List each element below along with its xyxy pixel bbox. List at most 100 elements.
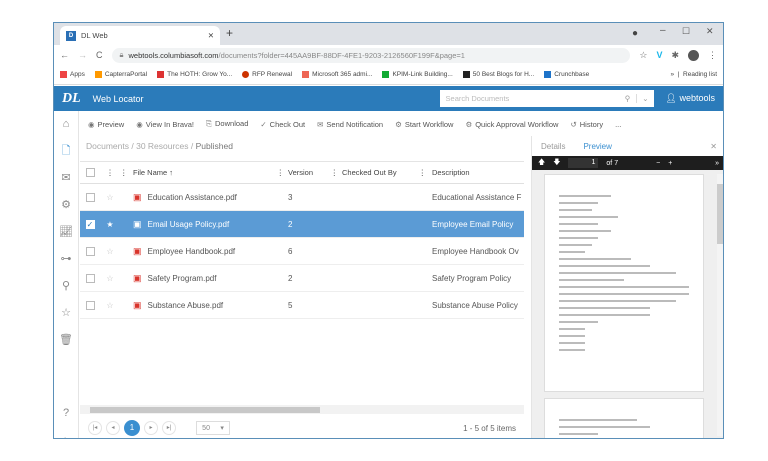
documents-icon[interactable]: 🗋︎ xyxy=(54,138,78,165)
next-page-button[interactable]: ▸ xyxy=(144,421,158,435)
close-window-button[interactable]: ✕ xyxy=(706,26,714,37)
row-checkbox[interactable] xyxy=(80,273,100,283)
forward-icon[interactable]: → xyxy=(78,50,87,60)
table-row[interactable]: ☆ ▣ Substance Abuse.pdf 5 Substance Abuse… xyxy=(80,292,524,319)
extensions-icon[interactable]: ✱ xyxy=(671,50,679,61)
zoom-out-button[interactable]: − xyxy=(656,160,660,167)
favorites-icon[interactable]: ☆ xyxy=(54,300,78,327)
page-number-input[interactable]: 1 xyxy=(568,158,599,168)
search-icon[interactable]: ⚲ xyxy=(54,273,78,300)
app-header: DL Web Locator Search Documents ⚲ ⌄ 👤︎ web… xyxy=(54,86,723,111)
reading-list[interactable]: » | Reading list xyxy=(671,71,718,78)
check-out-button[interactable]: ✓ Check Out xyxy=(260,120,305,129)
chevron-down-icon[interactable]: ⌄ xyxy=(636,94,653,103)
start-workflow-button[interactable]: ⚙︎ Start Workflow xyxy=(395,120,453,129)
tab-details[interactable]: Details xyxy=(541,142,565,151)
page-size-select[interactable]: 50 ▾ xyxy=(196,421,230,435)
breadcrumb-documents[interactable]: Documents xyxy=(86,141,129,151)
zoom-in-button[interactable]: + xyxy=(668,160,672,167)
column-menu[interactable]: ⋮ xyxy=(120,168,133,177)
reload-icon[interactable]: C xyxy=(96,50,103,60)
url-path: /documents?folder=445AA9BF-88DF-4FE1-920… xyxy=(218,50,465,60)
page-1-button[interactable]: 1 xyxy=(124,420,140,436)
table-row[interactable]: ☆ ▣ Education Assistance.pdf 3 Educationa… xyxy=(80,184,524,211)
text-line xyxy=(559,314,650,316)
bookmark-crunchbase[interactable]: Crunchbase xyxy=(544,70,589,78)
bookmark-rfp[interactable]: RFP Renewal xyxy=(242,70,292,78)
expand-sidebar-icon[interactable]: › xyxy=(54,427,78,438)
history-button[interactable]: ↺ History xyxy=(570,120,603,129)
bookmark-kpim[interactable]: KPIM-Link Building... xyxy=(382,70,453,78)
next-page-arrow-icon[interactable]: 🡇 xyxy=(553,158,560,169)
bookmark-label: Microsoft 365 admi... xyxy=(312,71,373,79)
account-avatar-icon[interactable] xyxy=(688,49,699,61)
browser-tab[interactable]: D DL Web ✕ xyxy=(60,26,220,45)
table-row[interactable]: ✓ ★ ▣ Email Usage Policy.pdf 2 Employee E… xyxy=(80,211,524,238)
new-tab-button[interactable]: + xyxy=(226,26,233,40)
breadcrumb-resources[interactable]: 30 Resources xyxy=(136,141,188,151)
user-menu[interactable]: 👤︎ webtools xyxy=(666,93,715,104)
minimize-button[interactable]: – xyxy=(660,25,666,36)
favorite-star-icon[interactable]: ★ xyxy=(100,220,120,229)
bookmark-m365[interactable]: Microsoft 365 admi... xyxy=(302,70,373,79)
prev-page-arrow-icon[interactable]: 🡅 xyxy=(538,158,545,169)
horizontal-scrollbar[interactable] xyxy=(80,405,524,414)
home-icon[interactable]: ⌂ xyxy=(54,111,78,138)
gears-icon: ⚙︎ xyxy=(465,119,473,129)
table-row[interactable]: ☆ ▣ Employee Handbook.pdf 6 Employee Hand… xyxy=(80,238,524,265)
bookmark-apps[interactable]: Apps xyxy=(60,70,85,78)
help-icon[interactable]: ? xyxy=(54,400,78,427)
profile-icon[interactable]: ● xyxy=(632,28,638,39)
vimeo-extension-icon[interactable]: V xyxy=(656,50,662,60)
row-checkbox[interactable]: ✓ xyxy=(80,219,100,229)
favorite-star-icon[interactable]: ☆ xyxy=(100,247,120,256)
hierarchy-icon[interactable]: ⊶ xyxy=(54,246,78,273)
send-notification-button[interactable]: ✉︎ Send Notification xyxy=(317,120,383,129)
preview-page-1 xyxy=(544,174,704,392)
column-menu[interactable]: ⋮ xyxy=(100,168,120,177)
url-host: webtools.columbiasoft.com xyxy=(128,50,219,60)
search-input[interactable]: Search Documents ⚲ ⌄ xyxy=(439,90,654,107)
close-panel-icon[interactable]: ✕ xyxy=(710,142,723,151)
download-button[interactable]: ⎘ Download xyxy=(206,119,248,129)
close-tab-icon[interactable]: ✕ xyxy=(208,31,214,40)
bookmark-blogs[interactable]: 50 Best Blogs for H... xyxy=(462,70,534,78)
trash-icon[interactable]: 🗑︎ xyxy=(54,327,78,354)
url-input[interactable]: 🔒︎ webtools.columbiasoft.com/documents?fo… xyxy=(111,47,631,63)
menu-icon[interactable]: ⋮ xyxy=(708,50,717,61)
tab-preview[interactable]: Preview xyxy=(583,142,611,151)
select-all-checkbox[interactable] xyxy=(80,168,100,178)
favorite-star-icon[interactable]: ☆ xyxy=(100,274,120,283)
row-checkbox[interactable] xyxy=(80,246,100,256)
workflow-icon[interactable]: ⚙︎ xyxy=(54,192,78,219)
column-checked-out-by[interactable]: Checked Out By ⋮ xyxy=(342,168,432,177)
mail-icon[interactable]: ✉︎ xyxy=(54,165,78,192)
maximize-button[interactable]: ☐ xyxy=(682,26,690,37)
last-page-button[interactable]: ▸| xyxy=(162,421,176,435)
prev-page-button[interactable]: ◂ xyxy=(106,421,120,435)
more-tools-icon[interactable]: » xyxy=(715,160,719,167)
favorite-star-icon[interactable]: ☆ xyxy=(100,193,120,202)
row-checkbox[interactable] xyxy=(80,192,100,202)
dl-favicon-icon: D xyxy=(66,30,76,41)
preview-button[interactable]: ◉ Preview xyxy=(88,120,124,129)
reports-icon[interactable]: 📈︎ xyxy=(54,219,78,246)
view-in-brava-button[interactable]: ◉ View In Brava! xyxy=(136,120,194,129)
column-version[interactable]: Version ⋮ xyxy=(288,168,342,177)
bookmark-label: The HOTH: Grow Yo... xyxy=(167,71,233,79)
lock-icon: 🔒︎ xyxy=(119,50,124,59)
back-icon[interactable]: ← xyxy=(60,50,69,60)
row-checkbox[interactable] xyxy=(80,300,100,310)
quick-approval-workflow-button[interactable]: ⚙︎ Quick Approval Workflow xyxy=(465,120,558,129)
favorite-star-icon[interactable]: ☆ xyxy=(100,301,120,310)
bookmark-capterra[interactable]: CapterraPortal xyxy=(94,70,147,78)
table-row[interactable]: ☆ ▣ Safety Program.pdf 2 Safety Program P… xyxy=(80,265,524,292)
star-icon[interactable]: ☆ xyxy=(639,50,647,61)
preview-scrollbar[interactable] xyxy=(717,174,723,436)
bookmark-hoth[interactable]: The HOTH: Grow Yo... xyxy=(157,70,233,79)
column-file-name[interactable]: File Name ↑ ⋮ xyxy=(133,168,288,177)
search-icon[interactable]: ⚲ xyxy=(625,94,637,103)
first-page-button[interactable]: |◂ xyxy=(88,421,102,435)
column-description[interactable]: Description xyxy=(432,168,522,177)
more-button[interactable]: ... xyxy=(615,120,621,129)
